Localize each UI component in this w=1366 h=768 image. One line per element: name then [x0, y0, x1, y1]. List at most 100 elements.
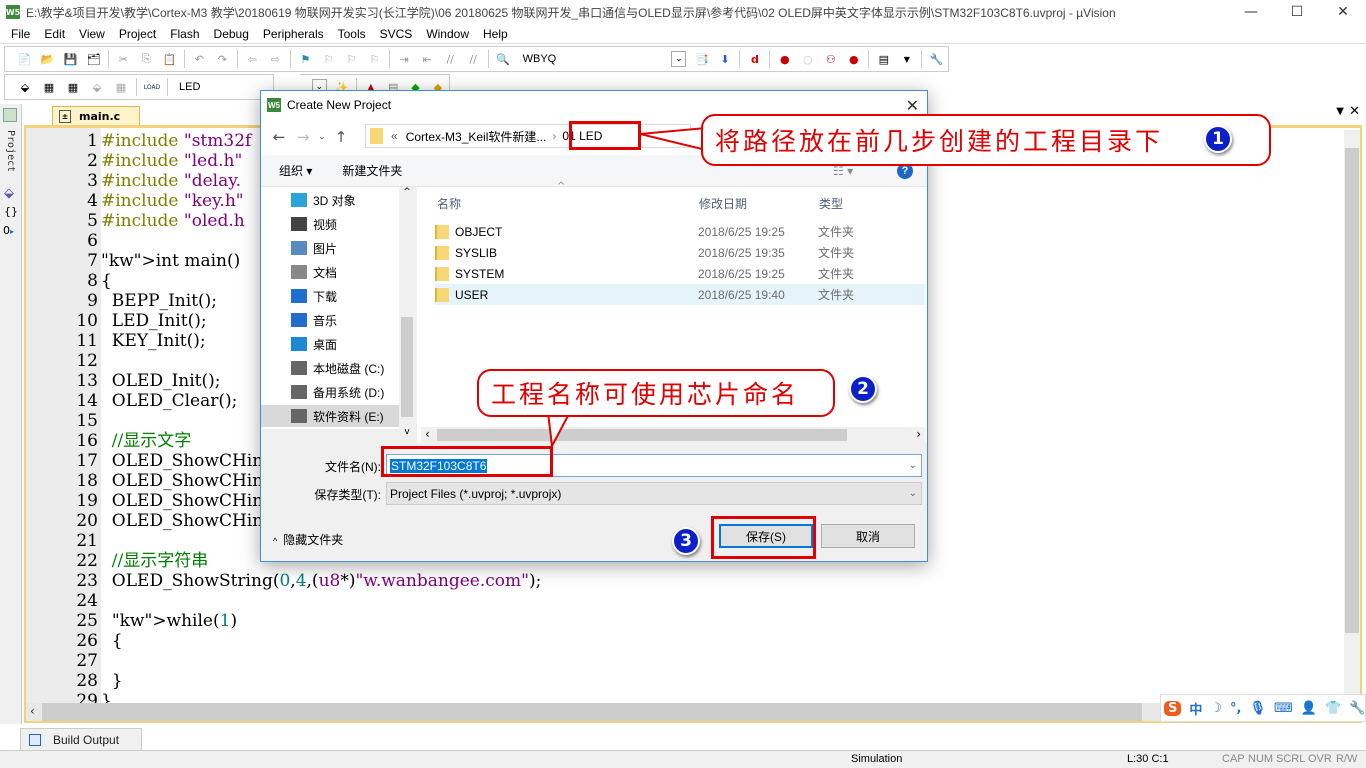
menu-svcs[interactable]: SVCS: [373, 27, 420, 41]
file-row[interactable]: OBJECT 2018/6/25 19:25 文件夹: [435, 221, 925, 242]
find-icon[interactable]: 📑: [694, 51, 709, 67]
unindent-icon[interactable]: ⇤: [420, 51, 435, 67]
forward-arrow-icon[interactable]: →: [291, 128, 315, 146]
copy-icon[interactable]: ⎘: [139, 51, 154, 67]
nav-item[interactable]: 文档: [291, 261, 337, 283]
close-button[interactable]: ✕: [1320, 0, 1366, 24]
tab-build-output[interactable]: Build Output: [20, 728, 142, 750]
nav-item[interactable]: 视频: [291, 213, 337, 235]
code-line[interactable]: 21: [26, 531, 101, 551]
bookmark-icon[interactable]: ⚑: [298, 51, 313, 67]
books-icon[interactable]: ⬙: [4, 186, 21, 201]
half-width-moon-icon[interactable]: ☽: [1210, 701, 1222, 716]
enable-breakpoint-icon[interactable]: ○: [800, 51, 815, 67]
save-all-icon[interactable]: 🗂: [86, 51, 101, 67]
code-line[interactable]: 27: [26, 651, 101, 671]
paste-icon[interactable]: 📋: [162, 51, 177, 67]
build-icon[interactable]: ▦: [41, 79, 57, 95]
punctuation-icon[interactable]: °,: [1230, 701, 1241, 716]
code-line[interactable]: 25 "kw">while(1): [26, 611, 237, 631]
configure-icon[interactable]: 🔧: [929, 51, 944, 67]
filetype-select[interactable]: Project Files (*.uvproj; *.uvprojx) ⌄: [386, 482, 922, 505]
code-line[interactable]: 5 #include "oled.h: [26, 211, 245, 231]
keyboard-icon[interactable]: ⌨: [1274, 701, 1293, 716]
next-bookmark-icon[interactable]: ⚐: [344, 51, 359, 67]
code-line[interactable]: 26 {: [26, 631, 122, 651]
save-icon[interactable]: 💾: [63, 51, 78, 67]
user-icon[interactable]: 👤: [1301, 701, 1317, 716]
debug-session-icon[interactable]: d: [747, 51, 762, 67]
nav-forward-icon[interactable]: ⇨: [268, 51, 283, 67]
code-line[interactable]: 19 OLED_ShowCHine: [26, 491, 273, 511]
filename-dropdown-icon[interactable]: ⌄: [909, 460, 917, 471]
code-line[interactable]: 28 }: [26, 671, 122, 691]
code-line[interactable]: 7 "kw">int main(): [26, 251, 240, 271]
nav-pane-scrollbar[interactable]: ^ v: [399, 187, 415, 443]
code-line[interactable]: 22 //显示字符串: [26, 551, 208, 571]
clear-bookmarks-icon[interactable]: ⚐: [367, 51, 382, 67]
nav-item[interactable]: 桌面: [291, 333, 337, 355]
nav-item[interactable]: 下载: [291, 285, 337, 307]
menu-file[interactable]: File: [4, 27, 37, 41]
menu-edit[interactable]: Edit: [37, 27, 72, 41]
nav-item[interactable]: 备用系统 (D:): [291, 381, 384, 403]
tab-list-dropdown-icon[interactable]: ▼: [1336, 106, 1344, 117]
hide-folders-toggle[interactable]: ^ 隐藏文件夹: [273, 531, 343, 548]
code-line[interactable]: 14 OLED_Clear();: [26, 391, 237, 411]
code-line[interactable]: 23 OLED_ShowString(0,4,(u8*)"w.wanbangee…: [26, 571, 541, 591]
cancel-button[interactable]: 取消: [821, 524, 915, 548]
insert-breakpoint-icon[interactable]: ●: [777, 51, 792, 67]
code-line[interactable]: 16 //显示文字: [26, 431, 191, 451]
nav-back-icon[interactable]: ⇦: [245, 51, 260, 67]
breadcrumb-overflow[interactable]: «: [391, 129, 398, 143]
sogou-logo-icon[interactable]: S: [1164, 700, 1182, 716]
find-in-files-icon[interactable]: 🔍: [496, 51, 511, 67]
code-line[interactable]: 9 BEPP_Init();: [26, 291, 217, 311]
redo-icon[interactable]: ↷: [215, 51, 230, 67]
nav-item[interactable]: 3D 对象: [291, 189, 356, 211]
file-row[interactable]: USER 2018/6/25 19:40 文件夹: [435, 284, 925, 305]
scroll-left-icon[interactable]: ‹: [30, 704, 35, 718]
open-file-icon[interactable]: 📂: [40, 51, 55, 67]
menu-flash[interactable]: Flash: [163, 27, 206, 41]
prev-bookmark-icon[interactable]: ⚐: [321, 51, 336, 67]
find-dropdown-icon[interactable]: ⌄: [671, 51, 687, 67]
menu-window[interactable]: Window: [419, 27, 476, 41]
batch-build-icon[interactable]: ⬙: [89, 79, 105, 95]
cut-icon[interactable]: ✂: [116, 51, 131, 67]
nav-scroll-thumb[interactable]: [401, 317, 413, 417]
stop-build-icon[interactable]: ▦: [113, 79, 129, 95]
breadcrumb-parent[interactable]: Cortex-M3_Keil软件新建...: [406, 128, 547, 145]
recent-locations-icon[interactable]: ⌄: [315, 132, 329, 142]
code-line[interactable]: 10 LED_Init();: [26, 311, 206, 331]
kill-breakpoints-icon[interactable]: ●: [846, 51, 861, 67]
target-select[interactable]: LED: [179, 81, 200, 93]
find-combo-value[interactable]: WBYQ: [523, 53, 557, 65]
code-line[interactable]: 2 #include "led.h": [26, 151, 242, 171]
code-line[interactable]: 3 #include "delay.: [26, 171, 241, 191]
menu-view[interactable]: View: [72, 27, 112, 41]
rebuild-icon[interactable]: ▦: [65, 79, 81, 95]
ime-mode-toggle[interactable]: 中: [1189, 699, 1202, 718]
editor-horizontal-scroll-thumb[interactable]: [42, 703, 1142, 721]
code-line[interactable]: 13 OLED_Init();: [26, 371, 220, 391]
comment-icon[interactable]: //: [443, 51, 458, 67]
code-line[interactable]: 15: [26, 411, 101, 431]
code-line[interactable]: 4 #include "key.h": [26, 191, 243, 211]
menu-debug[interactable]: Debug: [207, 27, 256, 41]
new-folder-button[interactable]: 新建文件夹: [342, 162, 402, 179]
templates-icon[interactable]: 0▸: [3, 224, 21, 237]
code-line[interactable]: 18 OLED_ShowCHine: [26, 471, 273, 491]
organize-button[interactable]: 组织 ▾: [279, 162, 312, 179]
column-header-type[interactable]: 类型: [819, 195, 843, 212]
menu-peripherals[interactable]: Peripherals: [256, 27, 331, 41]
download-load-icon[interactable]: LOAD: [144, 79, 160, 95]
menu-tools[interactable]: Tools: [331, 27, 373, 41]
project-window-icon[interactable]: [3, 108, 17, 122]
filetype-dropdown-icon[interactable]: ⌄: [909, 488, 917, 499]
file-list-horizontal-scrollbar[interactable]: ‹ ›: [421, 427, 925, 443]
nav-item[interactable]: 音乐: [291, 309, 337, 331]
menu-project[interactable]: Project: [112, 27, 163, 41]
window-layout-icon[interactable]: ▤: [876, 51, 891, 67]
incremental-find-icon[interactable]: ⬇: [717, 51, 732, 67]
